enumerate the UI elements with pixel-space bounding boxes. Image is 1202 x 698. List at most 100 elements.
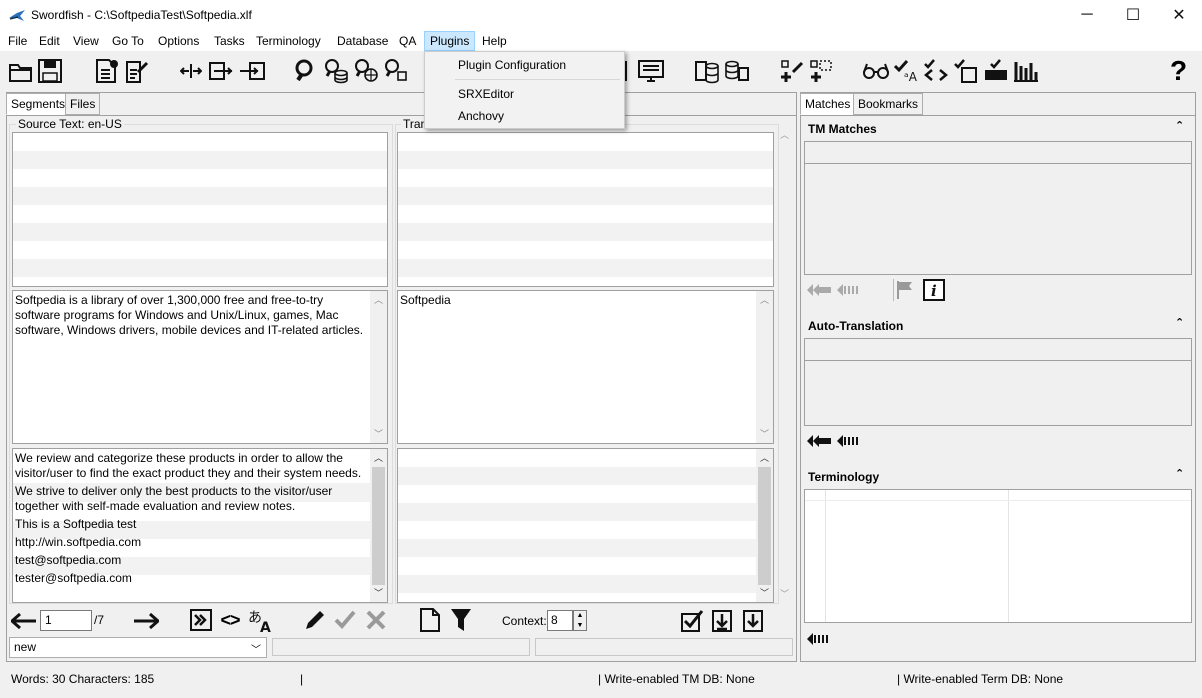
tm-matches-table[interactable] — [804, 141, 1192, 275]
review-glasses-icon[interactable] — [862, 57, 890, 85]
next-untranslated-icon[interactable] — [741, 608, 765, 634]
menu-item-anchovy[interactable]: Anchovy — [458, 109, 504, 123]
list-item[interactable]: We strive to deliver only the best produ… — [15, 484, 369, 514]
pencil-edit-icon[interactable] — [302, 607, 328, 633]
tab-files[interactable]: Files — [65, 93, 101, 115]
context-spinner[interactable]: 8 — [547, 610, 573, 631]
collapse-tm-icon[interactable]: ⌃ — [1175, 119, 1184, 132]
following-source-scrollbar[interactable]: ︿ ﹀ — [370, 449, 387, 602]
save-icon[interactable] — [37, 57, 63, 85]
menu-file[interactable]: File — [3, 31, 32, 51]
scroll-down-icon[interactable]: ﹀ — [780, 587, 789, 600]
new-document-icon[interactable] — [94, 57, 120, 85]
filter-funnel-icon[interactable] — [449, 607, 473, 633]
join-segments-icon[interactable] — [208, 57, 236, 85]
insert-term-icon[interactable] — [806, 630, 832, 648]
segment-number-input[interactable]: 1 — [40, 610, 92, 631]
list-item[interactable]: We review and categorize these products … — [15, 451, 369, 481]
terminology-table[interactable] — [804, 489, 1192, 623]
menu-qa[interactable]: QA — [394, 31, 421, 51]
scroll-thumb[interactable] — [372, 467, 385, 585]
scroll-down-icon[interactable]: ﹀ — [759, 429, 770, 439]
open-folder-icon[interactable] — [8, 57, 34, 85]
search-database-icon[interactable] — [323, 57, 349, 85]
minimize-button[interactable]: ─ — [1064, 0, 1110, 30]
accept-match-icon[interactable] — [806, 281, 832, 299]
statistics-chart-icon[interactable] — [1013, 57, 1039, 85]
copy-source-icon[interactable] — [189, 608, 213, 632]
split-segment-icon[interactable] — [238, 57, 266, 85]
spellcheck-icon[interactable]: ᵃA — [893, 57, 919, 85]
scroll-up-icon[interactable]: ︿ — [373, 295, 384, 305]
source-scrollbar[interactable]: ︿ ﹀ — [370, 291, 387, 443]
scroll-thumb[interactable] — [758, 467, 771, 585]
target-scrollbar[interactable]: ︿ ﹀ — [756, 291, 773, 443]
next-segment-arrow-icon[interactable] — [133, 611, 159, 631]
scroll-up-icon[interactable]: ︿ — [759, 295, 770, 305]
tags-icon[interactable]: <> — [217, 608, 243, 632]
scroll-down-icon[interactable]: ﹀ — [373, 588, 384, 598]
help-question-icon[interactable]: ? — [1170, 55, 1187, 86]
language-spellcheck-icon[interactable]: あA — [247, 608, 273, 634]
scroll-up-icon[interactable]: ︿ — [759, 453, 770, 463]
menu-item-plugin-configuration[interactable]: Plugin Configuration — [458, 58, 566, 72]
scroll-up-icon[interactable]: ︿ — [780, 128, 789, 141]
reject-x-icon[interactable] — [364, 608, 388, 632]
apply-translation-icon[interactable] — [836, 432, 862, 450]
tab-bookmarks[interactable]: Bookmarks — [853, 93, 924, 115]
previous-source-list[interactable] — [12, 132, 388, 287]
auto-translation-table[interactable] — [804, 338, 1192, 426]
menu-item-srxeditor[interactable]: SRXEditor — [458, 87, 514, 101]
current-source-text[interactable]: Softpedia is a library of over 1,300,000… — [12, 290, 388, 444]
tab-segments[interactable]: Segments — [6, 93, 71, 115]
accept-translation-icon[interactable] — [806, 432, 832, 450]
search-icon[interactable] — [293, 57, 319, 85]
segment-status-select[interactable]: new ﹀ — [9, 637, 267, 658]
maximize-button[interactable]: ☐ — [1110, 0, 1156, 30]
scroll-up-icon[interactable]: ︿ — [373, 453, 384, 463]
split-merge-icon[interactable] — [180, 57, 202, 85]
previous-segment-arrow-icon[interactable] — [11, 611, 37, 631]
menu-view[interactable]: View — [68, 31, 104, 51]
add-term-selection-icon[interactable] — [808, 57, 834, 85]
edit-document-icon[interactable] — [124, 57, 150, 85]
tags-check-icon[interactable] — [923, 57, 949, 85]
add-term-icon[interactable] — [779, 57, 805, 85]
import-database-icon[interactable] — [694, 57, 720, 85]
following-source-list[interactable]: We review and categorize these products … — [12, 448, 388, 603]
confirm-all-icon[interactable] — [983, 57, 1009, 85]
following-target-list[interactable]: ︿ ﹀ — [397, 448, 774, 603]
menu-help[interactable]: Help — [477, 31, 512, 51]
list-item[interactable]: tester@softpedia.com — [15, 571, 369, 586]
menu-edit[interactable]: Edit — [34, 31, 65, 51]
confirm-segment-icon[interactable] — [679, 608, 705, 634]
current-target-text[interactable]: Softpedia ︿ ﹀ — [397, 290, 774, 444]
export-database-icon[interactable] — [724, 57, 750, 85]
apply-match-icon[interactable] — [836, 281, 862, 299]
menu-database[interactable]: Database — [332, 31, 393, 51]
search-web-icon[interactable] — [353, 57, 379, 85]
menu-plugins[interactable]: Plugins — [424, 31, 476, 51]
previous-target-list[interactable] — [397, 132, 774, 287]
following-target-scrollbar[interactable]: ︿ ﹀ — [756, 449, 773, 602]
menu-go-to[interactable]: Go To — [107, 31, 149, 51]
scroll-down-icon[interactable]: ﹀ — [759, 588, 770, 598]
info-icon[interactable]: i — [922, 278, 946, 302]
confirm-check-icon[interactable] — [333, 608, 357, 632]
flag-icon[interactable] — [895, 279, 915, 301]
menu-terminology[interactable]: Terminology — [251, 31, 326, 51]
close-button[interactable]: ✕ — [1156, 0, 1202, 30]
collapse-auto-translation-icon[interactable]: ⌃ — [1175, 316, 1184, 329]
blank-page-icon[interactable] — [418, 607, 442, 633]
context-spinner-arrows[interactable]: ▲ ▼ — [573, 610, 587, 631]
search-replace-icon[interactable] — [383, 57, 409, 85]
monitor-icon[interactable] — [637, 57, 665, 85]
length-check-icon[interactable] — [953, 57, 979, 85]
list-item[interactable]: This is a Softpedia test — [15, 517, 369, 532]
confirm-next-icon[interactable] — [710, 608, 734, 634]
tab-matches[interactable]: Matches — [800, 93, 856, 115]
list-item[interactable]: http://win.softpedia.com — [15, 535, 369, 550]
menu-options[interactable]: Options — [153, 31, 204, 51]
menu-tasks[interactable]: Tasks — [209, 31, 250, 51]
outer-scrollbar[interactable]: ︿ ﹀ — [778, 124, 792, 604]
